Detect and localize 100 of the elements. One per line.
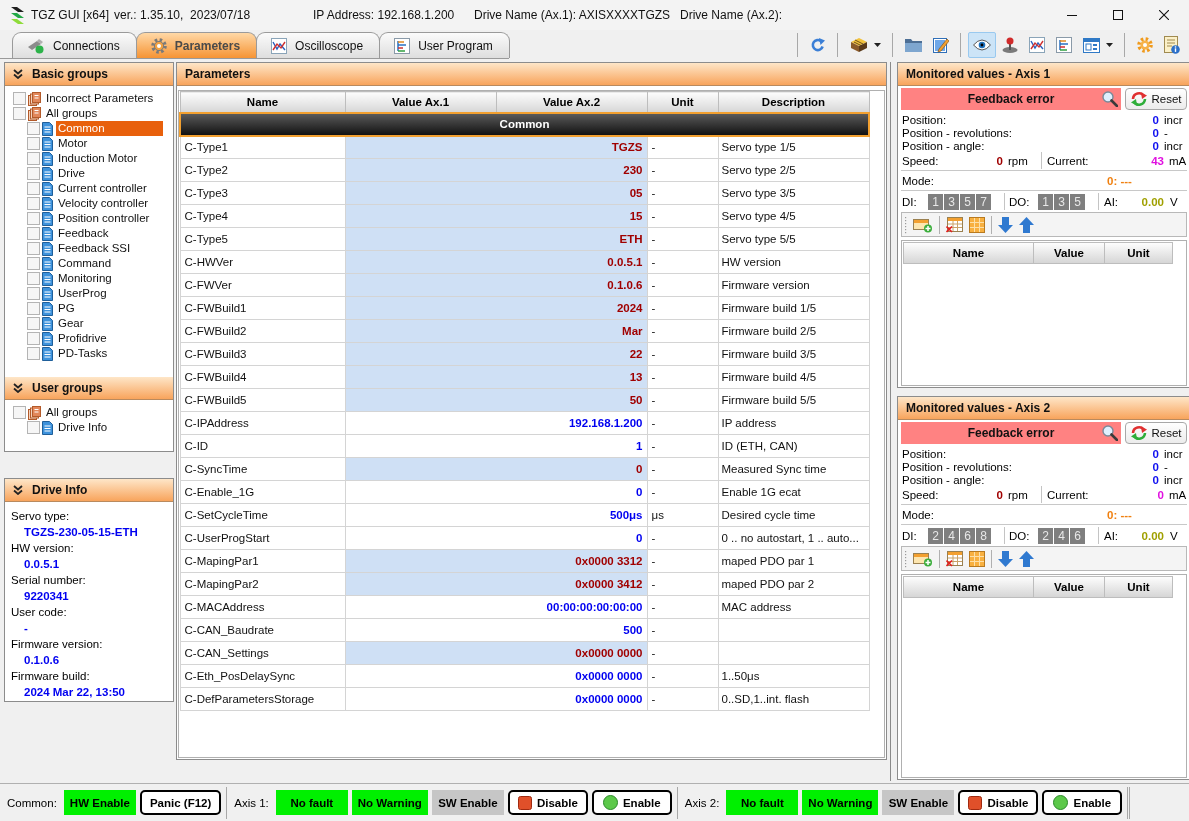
reset-button[interactable]: Reset [1125, 422, 1187, 444]
value-cell[interactable]: 22 [345, 342, 647, 366]
tree-item[interactable]: All groups [44, 106, 100, 121]
value-cell[interactable]: 0x0000 0000 [345, 687, 647, 711]
tree-item[interactable]: Command [56, 256, 114, 271]
tree-item[interactable]: Motor [56, 136, 90, 151]
value-cell[interactable]: 0x0000 0000 [345, 664, 647, 688]
value-cell[interactable]: 15 [345, 204, 647, 228]
tab[interactable]: Parameters [135, 32, 258, 58]
column-header[interactable]: Name [903, 242, 1034, 264]
value-cell[interactable]: 05 [345, 181, 647, 205]
tree-item[interactable]: Current controller [56, 181, 149, 196]
value-cell[interactable]: 0.0.5.1 [345, 250, 647, 274]
tree-item[interactable]: All groups [44, 405, 100, 420]
value-cell[interactable]: 0.1.0.6 [345, 273, 647, 297]
arrow-up-icon[interactable] [1019, 550, 1034, 567]
column-header[interactable]: Value Ax.2 [496, 91, 647, 113]
column-header[interactable]: Unit [647, 91, 718, 113]
value-cell[interactable]: 50 [345, 388, 647, 412]
value-cell[interactable]: 1 [345, 434, 647, 458]
arrow-down-icon[interactable] [998, 216, 1013, 233]
delete-row-icon[interactable] [946, 216, 963, 233]
tree-item[interactable]: Monitoring [56, 271, 114, 286]
value-cell[interactable]: 0 [345, 457, 647, 481]
value-cell[interactable]: 13 [345, 365, 647, 389]
disable-button[interactable]: Disable [507, 790, 588, 815]
reset-button[interactable]: Reset [1125, 88, 1187, 110]
toolbar-button[interactable] [967, 32, 996, 58]
grid-icon[interactable] [969, 216, 985, 233]
checkbox[interactable] [13, 406, 26, 419]
checkbox[interactable] [27, 332, 40, 345]
value-cell[interactable]: 500μs [345, 503, 647, 527]
checkbox[interactable] [27, 421, 40, 434]
tree-item[interactable]: UserProg [56, 286, 109, 301]
grid-icon[interactable] [969, 550, 985, 567]
value-cell[interactable]: ETH [345, 227, 647, 251]
collapse-icon[interactable] [13, 383, 23, 393]
checkbox[interactable] [27, 122, 40, 135]
arrow-down-icon[interactable] [998, 550, 1013, 567]
value-cell[interactable]: Mar [345, 319, 647, 343]
tree-item[interactable]: Induction Motor [56, 151, 140, 166]
checkbox[interactable] [27, 197, 40, 210]
value-cell[interactable]: 500 [345, 618, 647, 642]
tree-item[interactable]: Feedback SSI [56, 241, 133, 256]
column-header[interactable]: Unit [1104, 242, 1173, 264]
action-button[interactable]: Panic (F12) [139, 790, 222, 815]
tree-item[interactable]: Position controller [56, 211, 152, 226]
checkbox[interactable] [13, 107, 26, 120]
collapse-icon[interactable] [13, 485, 23, 495]
add-row-icon[interactable] [913, 216, 933, 233]
checkbox[interactable] [27, 257, 40, 270]
value-cell[interactable]: 230 [345, 158, 647, 182]
value-cell[interactable]: 192.168.1.200 [345, 411, 647, 435]
checkbox[interactable] [27, 167, 40, 180]
delete-row-icon[interactable] [946, 550, 963, 567]
value-cell[interactable]: 0x0000 3412 [345, 572, 647, 596]
tree-item[interactable]: Drive Info [56, 420, 110, 435]
value-cell[interactable]: 0 [345, 480, 647, 504]
column-header[interactable]: Name [180, 91, 345, 113]
tree-item[interactable]: Feedback [56, 226, 111, 241]
add-row-icon[interactable] [913, 550, 933, 567]
tree-item[interactable]: PD-Tasks [56, 346, 110, 361]
value-cell[interactable]: 2024 [345, 296, 647, 320]
enable-button[interactable]: Enable [1042, 790, 1123, 815]
checkbox[interactable] [27, 182, 40, 195]
tree-item[interactable]: Gear [56, 316, 86, 331]
column-header[interactable]: Unit [1104, 576, 1173, 598]
column-header[interactable]: Value [1033, 242, 1105, 264]
value-cell[interactable]: 0x0000 3312 [345, 549, 647, 573]
checkbox[interactable] [27, 272, 40, 285]
value-cell[interactable]: TGZS [345, 135, 647, 159]
checkbox[interactable] [27, 287, 40, 300]
tree-item[interactable]: Profidrive [56, 331, 109, 346]
checkbox[interactable] [13, 92, 26, 105]
checkbox[interactable] [27, 242, 40, 255]
tab[interactable]: Connections [12, 32, 137, 58]
tree-item[interactable]: Velocity controller [56, 196, 151, 211]
arrow-up-icon[interactable] [1019, 216, 1034, 233]
disable-button[interactable]: Disable [958, 790, 1039, 815]
tree-item[interactable]: Incorrect Parameters [44, 91, 156, 106]
column-header[interactable]: Description [718, 91, 869, 113]
group-row[interactable]: Common [180, 112, 869, 136]
checkbox[interactable] [27, 347, 40, 360]
checkbox[interactable] [27, 317, 40, 330]
column-header[interactable]: Value Ax.1 [345, 91, 496, 113]
checkbox[interactable] [27, 302, 40, 315]
value-cell[interactable]: 00:00:00:00:00:00 [345, 595, 647, 619]
column-header[interactable]: Value [1033, 576, 1105, 598]
column-header[interactable]: Name [903, 576, 1034, 598]
collapse-icon[interactable] [13, 69, 23, 79]
value-cell[interactable]: 0 [345, 526, 647, 550]
tree-item[interactable]: Drive [56, 166, 87, 181]
enable-button[interactable]: Enable [591, 790, 672, 815]
tab[interactable]: User Program [379, 32, 510, 58]
tab[interactable]: Oscilloscope [256, 32, 381, 58]
tree-item[interactable]: PG [56, 301, 77, 316]
checkbox[interactable] [27, 137, 40, 150]
checkbox[interactable] [27, 152, 40, 165]
checkbox[interactable] [27, 227, 40, 240]
value-cell[interactable]: 0x0000 0000 [345, 641, 647, 665]
